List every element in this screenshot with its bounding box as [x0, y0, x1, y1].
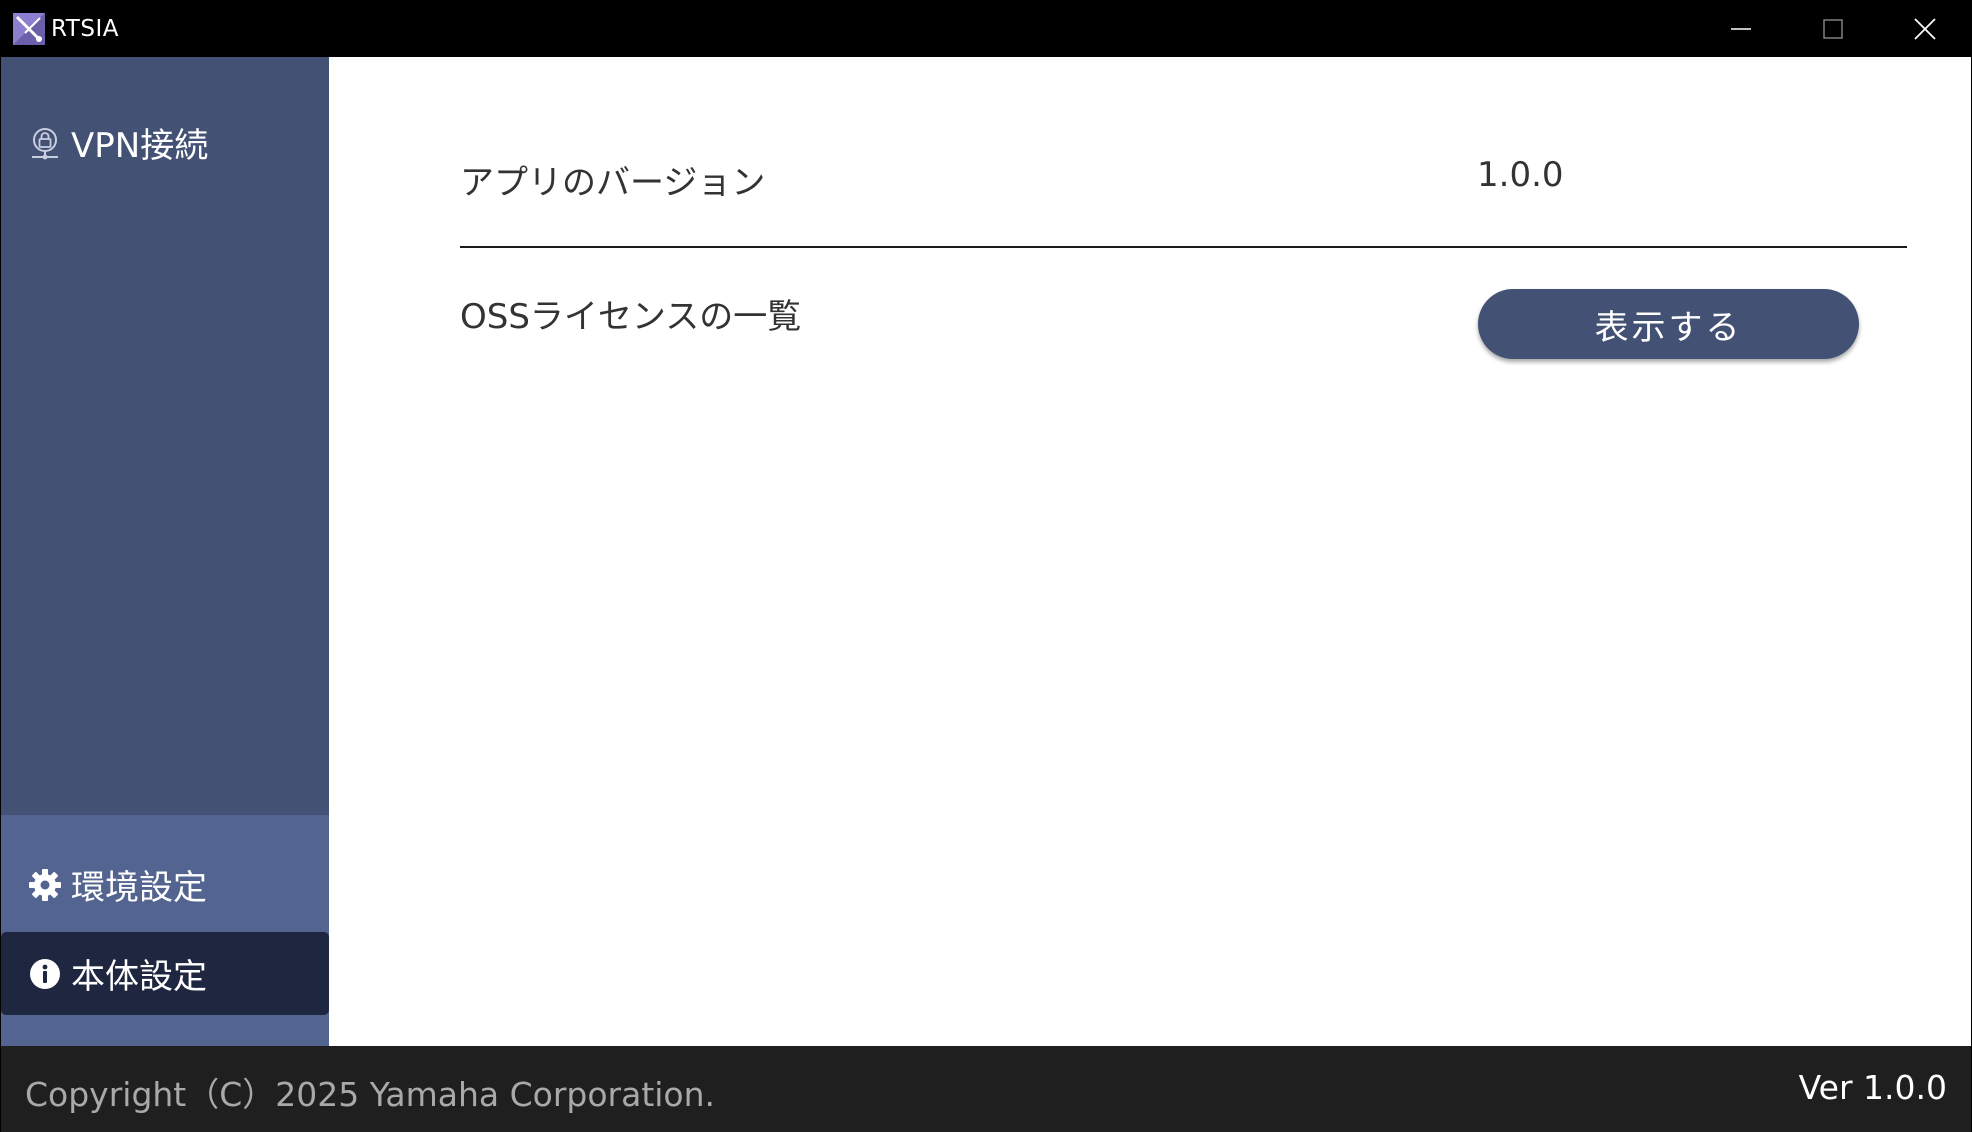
sidebar-item-device-settings[interactable]: 本体設定: [1, 932, 329, 1015]
sidebar-item-label: 環境設定: [71, 868, 207, 908]
close-icon: [1914, 17, 1936, 40]
rtsia-logo-icon: [13, 13, 45, 45]
title-bar[interactable]: RTSIA: [0, 0, 1972, 57]
show-oss-license-button[interactable]: 表示する: [1478, 289, 1859, 359]
vpn-lock-icon: [27, 125, 63, 161]
minimize-button[interactable]: [1695, 0, 1787, 57]
sidebar: VPN接続 環境設定 本体設定: [1, 57, 329, 1046]
footer-version: Ver 1.0.0: [1798, 1068, 1947, 1107]
sidebar-item-label: VPN接続: [71, 126, 209, 166]
minimize-icon: [1731, 27, 1751, 30]
app-version-label: アプリのバージョン: [460, 163, 766, 203]
footer: Copyright（C）2025 Yamaha Corporation. Ver…: [1, 1046, 1971, 1132]
oss-license-label: OSSライセンスの一覧: [460, 297, 802, 337]
maximize-button[interactable]: [1787, 0, 1879, 57]
maximize-icon: [1823, 18, 1843, 39]
info-icon: [27, 956, 63, 992]
close-button[interactable]: [1879, 0, 1971, 57]
app-window: RTSIA VPN接続 環境設定 本体設定 アプリのバージョン 1.0.0 OS…: [0, 0, 1972, 1132]
main-content: アプリのバージョン 1.0.0 OSSライセンスの一覧 表示する: [329, 57, 1971, 1046]
app-version-value: 1.0.0: [1477, 155, 1564, 195]
sidebar-item-label: 本体設定: [71, 957, 207, 997]
divider: [460, 246, 1907, 248]
gear-icon: [27, 867, 63, 903]
sidebar-item-vpn[interactable]: VPN接続: [1, 101, 329, 184]
copyright-text: Copyright（C）2025 Yamaha Corporation.: [25, 1075, 716, 1114]
sidebar-item-environment-settings[interactable]: 環境設定: [1, 843, 329, 926]
window-title: RTSIA: [51, 16, 119, 42]
